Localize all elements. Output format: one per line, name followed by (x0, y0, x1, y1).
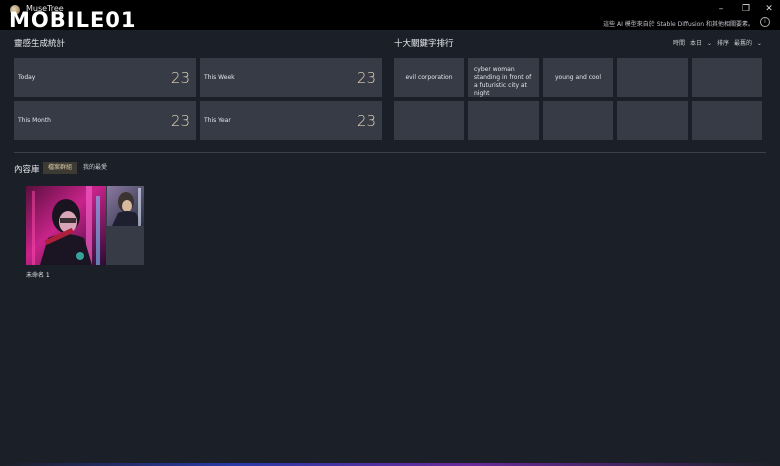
stat-label: This Month (18, 117, 51, 124)
stat-card-today: Today 23 (14, 58, 196, 97)
keyword-tile[interactable] (468, 101, 539, 140)
keyword-tile[interactable]: young and cool (543, 58, 613, 97)
sort-filter[interactable]: 排序 最舊的 ⌄ (717, 38, 762, 47)
stats-title: 靈感生成統計 (14, 39, 66, 49)
tab-file-groups[interactable]: 檔案群組 (43, 162, 78, 174)
keyword-tile[interactable] (543, 101, 613, 140)
time-filter-label: 時間 (673, 40, 686, 47)
keyword-tile[interactable] (394, 101, 464, 140)
sort-filter-label: 排序 (717, 40, 730, 47)
keyword-tile[interactable] (692, 58, 762, 97)
library-title: 內容庫 (14, 165, 40, 175)
stat-card-year: This Year 23 (200, 101, 382, 140)
stat-card-month: This Month 23 (14, 101, 196, 140)
minimize-button[interactable]: – (714, 4, 728, 14)
watermark-logo: MOBILE01 (9, 8, 137, 32)
stat-card-week: This Week 23 (200, 58, 382, 97)
time-filter[interactable]: 時間 本日 ⌄ (673, 38, 712, 47)
close-button[interactable]: ✕ (762, 4, 776, 14)
section-divider (14, 152, 766, 153)
maximize-button[interactable]: ❐ (739, 4, 753, 14)
keyword-tile[interactable] (692, 101, 762, 140)
tab-favorites[interactable]: 我的最愛 (78, 162, 112, 174)
time-filter-value: 本日 (689, 40, 702, 47)
keyword-text: evil corporation (405, 74, 453, 81)
stat-value: 23 (170, 69, 190, 87)
keyword-tile[interactable] (617, 101, 688, 140)
chevron-down-icon: ⌄ (756, 40, 762, 47)
keyword-text: young and cool (554, 74, 602, 81)
keyword-tile[interactable]: cyber woman standing in front of a futur… (468, 58, 539, 97)
stat-label: Today (18, 74, 36, 81)
stat-value: 23 (356, 69, 376, 87)
stat-label: This Year (204, 117, 231, 124)
stat-value: 23 (356, 112, 376, 130)
notice-text: 這些 AI 模型來自於 Stable Diffusion 和其他相關要素。 (603, 21, 754, 28)
album-name[interactable]: 未命名 1 (26, 270, 50, 279)
stat-label: This Week (204, 74, 235, 81)
keywords-title: 十大關鍵字排行 (394, 39, 454, 49)
info-icon[interactable]: i (760, 17, 770, 27)
chevron-down-icon: ⌄ (706, 40, 712, 47)
album-artwork (26, 186, 144, 265)
stat-value: 23 (170, 112, 190, 130)
keyword-tile[interactable]: evil corporation (394, 58, 464, 97)
keyword-tile[interactable] (617, 58, 688, 97)
album-thumbnail[interactable] (26, 186, 144, 265)
sort-filter-value: 最舊的 (733, 40, 752, 47)
keyword-text: cyber woman standing in front of a futur… (474, 66, 532, 97)
